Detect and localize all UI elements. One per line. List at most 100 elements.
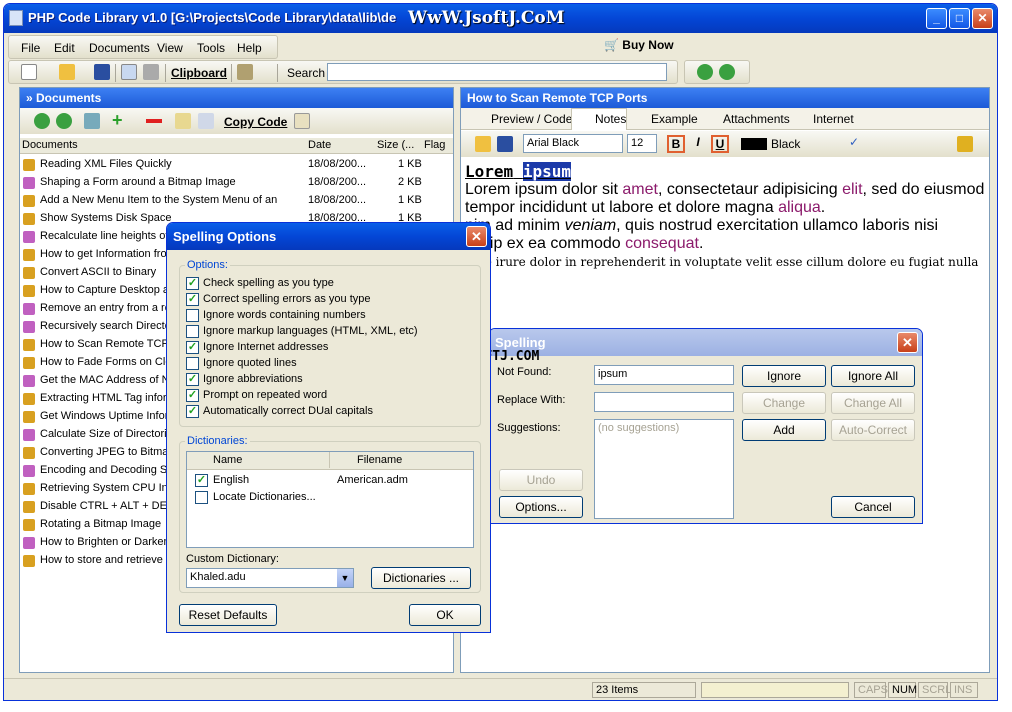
tab-notes[interactable]: Notes <box>595 112 626 126</box>
buy-now-link[interactable]: 🛒 Buy Now <box>604 38 674 52</box>
italic-button[interactable]: I <box>689 135 707 153</box>
menu-documents[interactable]: Documents <box>89 41 150 55</box>
bold-button[interactable]: B <box>667 135 685 153</box>
search-input[interactable] <box>327 63 667 81</box>
add-icon[interactable]: + <box>112 110 123 131</box>
checkbox[interactable]: ✓ <box>186 405 199 418</box>
col-size[interactable]: Size (... <box>377 139 414 151</box>
search-label: Search <box>287 66 326 80</box>
save-note-icon[interactable] <box>497 136 513 152</box>
checkbox[interactable]: ✓ <box>195 474 208 487</box>
change-all-button[interactable]: Change All <box>831 392 915 414</box>
open-folder-icon[interactable] <box>59 64 75 80</box>
forward-icon[interactable] <box>719 64 735 80</box>
new-icon[interactable] <box>21 64 37 80</box>
row-size: 1 KB <box>398 158 422 170</box>
font-select[interactable]: Arial Black <box>523 134 623 153</box>
underline-button[interactable]: U <box>711 135 729 153</box>
maximize-button[interactable]: □ <box>949 8 970 29</box>
checkbox[interactable] <box>186 325 199 338</box>
open-icon[interactable] <box>475 136 491 152</box>
documents-column-header: Documents Date Size (... Flag <box>20 138 453 154</box>
spelling-close-button[interactable]: ✕ <box>897 332 918 353</box>
prev-icon[interactable] <box>34 113 50 129</box>
next-icon[interactable] <box>56 113 72 129</box>
copy-icon[interactable] <box>175 113 191 129</box>
tab-attachments[interactable]: Attachments <box>723 112 790 126</box>
col-documents[interactable]: Documents <box>22 139 78 151</box>
custom-dictionary-select[interactable]: Khaled.adu ▼ <box>186 568 354 588</box>
spelling-options-title-bar[interactable]: Spelling Options <box>167 223 490 250</box>
print-preview-icon[interactable] <box>121 64 137 80</box>
back-icon[interactable] <box>697 64 713 80</box>
col-flag[interactable]: Flag <box>424 139 445 151</box>
replace-with-field[interactable] <box>594 392 734 412</box>
new-doc-icon[interactable] <box>84 113 100 129</box>
checkbox[interactable] <box>186 357 199 370</box>
tab-example[interactable]: Example <box>651 112 698 126</box>
close-button[interactable]: ✕ <box>972 8 993 29</box>
option-label: Ignore markup languages (HTML, XML, etc) <box>203 325 418 337</box>
checkbox[interactable] <box>186 309 199 322</box>
reset-defaults-button[interactable]: Reset Defaults <box>179 604 277 626</box>
save-icon[interactable] <box>94 64 110 80</box>
watermark: WwW.JsoftJ.CoM <box>408 8 565 28</box>
checkbox[interactable] <box>195 491 208 504</box>
table-row[interactable]: Add a New Menu Item to the System Menu o… <box>20 192 450 210</box>
print-icon[interactable] <box>143 64 159 80</box>
row-name: Disable CTRL + ALT + DEL <box>40 500 174 512</box>
menu-help[interactable]: Help <box>237 41 262 55</box>
table-row[interactable]: Reading XML Files Quickly 18/08/200... 1 K… <box>20 156 450 174</box>
suggestions-list[interactable]: (no suggestions) <box>594 419 734 519</box>
row-name: How to Fade Forms on Clo <box>40 356 172 368</box>
dictionary-row[interactable]: Locate Dictionaries... <box>195 490 465 506</box>
checkbox[interactable]: ✓ <box>186 389 199 402</box>
menu-file[interactable]: File <box>21 41 40 55</box>
spellcheck-icon[interactable]: ✓ <box>849 135 859 149</box>
spelling-title-bar[interactable]: Spelling <box>489 329 922 356</box>
dict-col-name[interactable]: Name <box>213 454 242 466</box>
checkbox[interactable]: ✓ <box>186 373 199 386</box>
spelling-options-close-button[interactable]: ✕ <box>466 226 487 247</box>
documents-toolbar: + Copy Code <box>20 108 453 134</box>
auto-correct-button[interactable]: Auto-Correct <box>831 419 915 441</box>
options-button[interactable]: Options... <box>499 496 583 518</box>
title-bar[interactable]: PHP Code Library v1.0 [G:\Projects\Code … <box>4 4 997 33</box>
remove-icon[interactable] <box>146 119 162 123</box>
tools-icon[interactable] <box>237 64 253 80</box>
chevron-down-icon[interactable]: ▼ <box>337 569 353 587</box>
checkbox[interactable]: ✓ <box>186 341 199 354</box>
lock-icon[interactable] <box>957 136 973 152</box>
copy-code-button[interactable]: Copy Code <box>224 115 287 129</box>
menu-view[interactable]: View <box>157 41 183 55</box>
flag-menu-icon[interactable] <box>294 113 310 129</box>
note-heading: Lorem ipsum <box>465 162 571 181</box>
cancel-button[interactable]: Cancel <box>831 496 915 518</box>
menu-tools[interactable]: Tools <box>197 41 225 55</box>
checkbox[interactable]: ✓ <box>186 277 199 290</box>
change-button[interactable]: Change <box>742 392 826 414</box>
dict-col-filename[interactable]: Filename <box>357 454 402 466</box>
ok-button[interactable]: OK <box>409 604 481 626</box>
dictionaries-button[interactable]: Dictionaries ... <box>371 567 471 589</box>
not-found-field[interactable]: ipsum <box>594 365 734 385</box>
ignore-all-button[interactable]: Ignore All <box>831 365 915 387</box>
clipboard-button[interactable]: Clipboard <box>171 66 227 80</box>
dictionaries-list[interactable]: Name Filename ✓ English American.adm Locate… <box>186 451 474 548</box>
add-button[interactable]: Add <box>742 419 826 441</box>
undo-button[interactable]: Undo <box>499 469 583 491</box>
tab-preview-code[interactable]: Preview / Code <box>491 112 572 126</box>
size-select[interactable]: 12 <box>627 134 657 153</box>
ignore-button[interactable]: Ignore <box>742 365 826 387</box>
minimize-button[interactable]: _ <box>926 8 947 29</box>
checkbox[interactable]: ✓ <box>186 293 199 306</box>
col-date[interactable]: Date <box>308 139 331 151</box>
edit-icon[interactable] <box>198 113 214 129</box>
tab-internet[interactable]: Internet <box>813 112 854 126</box>
dictionary-row[interactable]: ✓ English American.adm <box>195 473 465 489</box>
main-toolbar: Clipboard Search <box>8 60 678 84</box>
color-select[interactable]: Black <box>771 137 800 151</box>
menu-edit[interactable]: Edit <box>54 41 75 55</box>
note-line-4: liquip ex ea commodo consequat. <box>465 235 704 252</box>
table-row[interactable]: Shaping a Form around a Bitmap Image 18/0… <box>20 174 450 192</box>
